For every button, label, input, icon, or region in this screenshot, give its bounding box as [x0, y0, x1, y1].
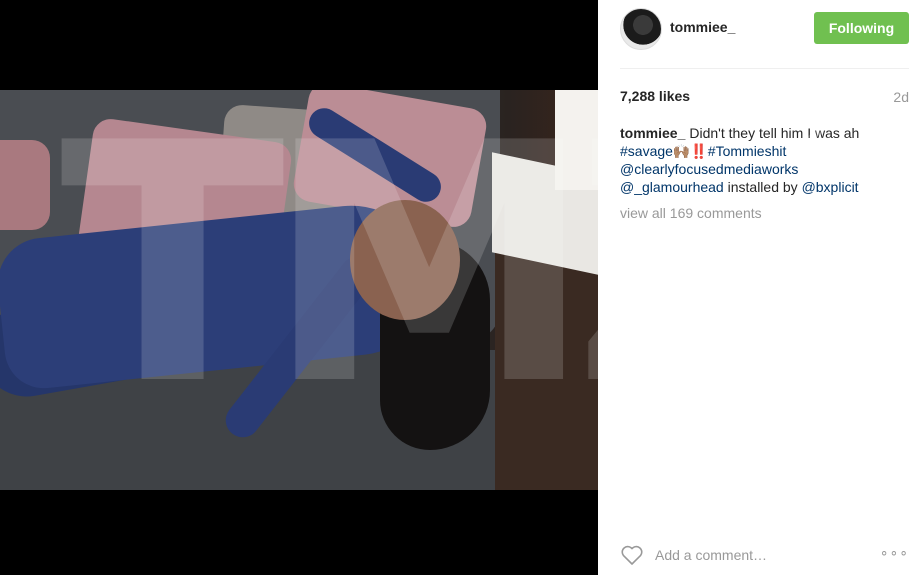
following-button[interactable]: Following: [814, 12, 909, 44]
photo-pillow: [0, 140, 50, 230]
likes-count[interactable]: 7,288 likes: [620, 88, 690, 104]
watermark-number: 4: [803, 258, 837, 314]
add-comment-input[interactable]: Add a comment…: [655, 547, 767, 563]
post-caption: tommiee_ Didn't they tell him I was ah #s…: [620, 124, 904, 196]
mention-glamourhead-link[interactable]: @_glamourhead: [620, 179, 724, 195]
watermark-logo: TMZ: [60, 90, 598, 457]
caption-installed-by: installed by: [727, 179, 798, 195]
watermark-number: 2: [803, 100, 837, 156]
post-media: TMZ 2: [0, 0, 598, 575]
post-side-panel: tommiee_ Following 7,288 likes 2d tommie…: [598, 0, 915, 575]
hashtag-savage-link[interactable]: #savage🙌🏽‼️: [620, 143, 708, 159]
comment-bar: Add a comment… ∘∘∘: [620, 542, 909, 568]
more-options-icon[interactable]: ∘∘∘: [880, 544, 909, 561]
header-divider: [620, 68, 909, 69]
avatar[interactable]: [620, 8, 662, 50]
post-photo[interactable]: TMZ: [0, 90, 598, 490]
hashtag-tommieshit-link[interactable]: #Tommieshit: [708, 143, 787, 159]
post-header: tommiee_ Following: [598, 0, 915, 68]
username-link[interactable]: tommiee_: [670, 19, 735, 35]
view-all-comments-link[interactable]: view all 169 comments: [620, 205, 762, 221]
caption-username[interactable]: tommiee_: [620, 125, 685, 141]
post-time[interactable]: 2d: [893, 89, 909, 105]
watermark-number: 7: [803, 420, 837, 476]
mention-bxplicit-link[interactable]: @bxplicit: [802, 179, 859, 195]
heart-icon[interactable]: [620, 544, 644, 566]
mention-clearlyfocusedmediaworks-link[interactable]: @clearlyfocusedmediaworks: [620, 161, 798, 177]
